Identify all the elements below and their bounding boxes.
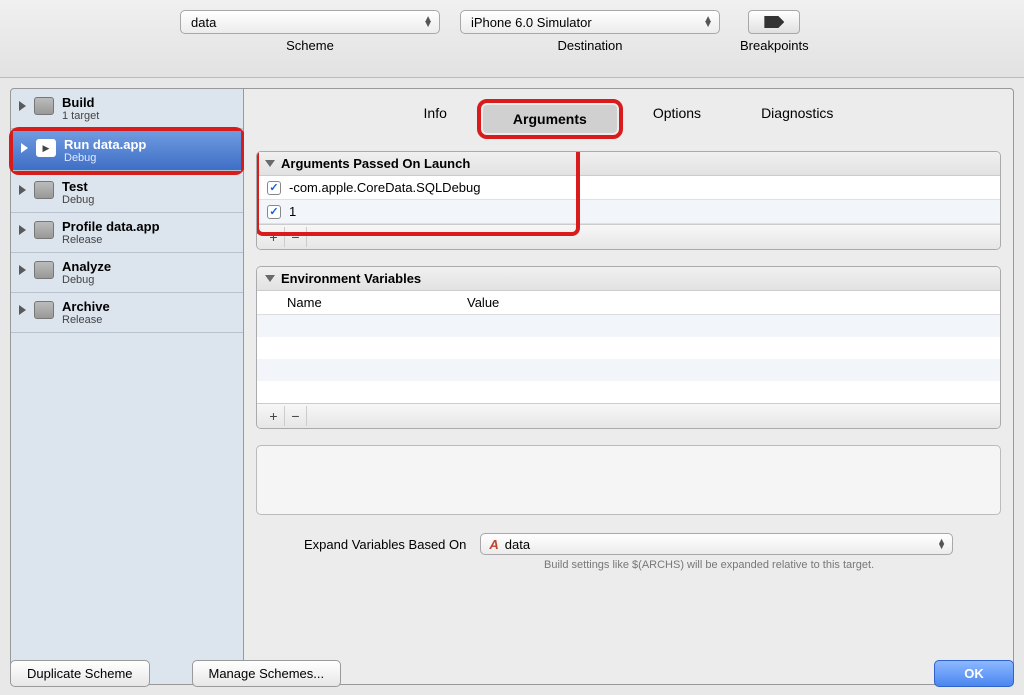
chevron-down-icon (265, 275, 275, 282)
checkbox-icon[interactable]: ✓ (267, 181, 281, 195)
table-row[interactable] (257, 381, 1000, 403)
sidebar-title: Test (62, 179, 94, 194)
updown-icon: ▲▼ (703, 17, 713, 27)
sidebar-item-run[interactable]: ▶ Run data.app Debug (13, 131, 241, 171)
destination-dropdown[interactable]: iPhone 6.0 Simulator ▲▼ (460, 10, 720, 34)
breakpoints-button[interactable] (748, 10, 800, 34)
sidebar-sub: Release (62, 234, 160, 246)
tab-options[interactable]: Options (623, 99, 731, 139)
destination-label: Destination (557, 38, 622, 53)
tabbar: Info Arguments Options Diagnostics (244, 89, 1013, 147)
table-row[interactable] (257, 315, 1000, 337)
sidebar-item-archive[interactable]: Archive Release (11, 293, 243, 333)
disclosure-icon (19, 101, 26, 111)
main-area: Build 1 target ▶ Run data.app Debug Test… (0, 78, 1024, 695)
expand-select[interactable]: A data ▲▼ (480, 533, 953, 555)
updown-icon: ▲▼ (423, 17, 433, 27)
breakpoints-group: Breakpoints (740, 10, 809, 53)
env-col-name: Name (287, 295, 467, 310)
remove-argument-button[interactable]: − (285, 227, 307, 247)
checkbox-icon[interactable]: ✓ (267, 205, 281, 219)
disclosure-icon (19, 225, 26, 235)
env-header[interactable]: Environment Variables (257, 267, 1000, 291)
profile-icon (34, 221, 54, 239)
test-icon (34, 181, 54, 199)
sidebar-title: Build (62, 95, 99, 110)
highlight-arguments-tab: Arguments (477, 99, 623, 139)
env-col-value: Value (467, 295, 499, 310)
manage-schemes-button[interactable]: Manage Schemes... (192, 660, 342, 687)
argument-text: -com.apple.CoreData.SQLDebug (289, 180, 481, 195)
ok-button[interactable]: OK (934, 660, 1014, 687)
updown-icon: ▲▼ (937, 539, 946, 549)
arguments-header[interactable]: Arguments Passed On Launch (257, 152, 1000, 176)
env-section: Environment Variables Name Value + − (256, 266, 1001, 429)
remove-env-button[interactable]: − (285, 406, 307, 426)
env-body (257, 315, 1000, 403)
toolbar: data ▲▼ Scheme iPhone 6.0 Simulator ▲▼ D… (0, 0, 1024, 78)
sidebar-item-analyze[interactable]: Analyze Debug (11, 253, 243, 293)
sidebar-title: Profile data.app (62, 219, 160, 234)
highlight-run: ▶ Run data.app Debug (9, 127, 245, 175)
argument-row[interactable]: ✓ 1 (257, 200, 1000, 224)
add-argument-button[interactable]: + (263, 227, 285, 247)
sidebar-item-test[interactable]: Test Debug (11, 173, 243, 213)
tab-info[interactable]: Info (394, 99, 477, 139)
detail-panel: Info Arguments Options Diagnostics Argum… (244, 88, 1014, 685)
table-row[interactable] (257, 337, 1000, 359)
destination-group: iPhone 6.0 Simulator ▲▼ Destination (460, 10, 720, 53)
arguments-list: ✓ -com.apple.CoreData.SQLDebug ✓ 1 (257, 176, 1000, 224)
spacer-panel (256, 445, 1001, 515)
env-columns: Name Value (257, 291, 1000, 315)
table-row[interactable] (257, 359, 1000, 381)
tab-arguments[interactable]: Arguments (483, 105, 617, 133)
run-icon: ▶ (36, 139, 56, 157)
breakpoint-icon (764, 16, 784, 28)
expand-value: data (505, 537, 530, 552)
sidebar-sub: Release (62, 314, 110, 326)
disclosure-icon (19, 265, 26, 275)
scheme-group: data ▲▼ Scheme (180, 10, 440, 53)
breakpoints-label: Breakpoints (740, 38, 809, 53)
scheme-label: Scheme (286, 38, 334, 53)
env-heading: Environment Variables (281, 271, 421, 286)
add-env-button[interactable]: + (263, 406, 285, 426)
target-icon: A (489, 537, 498, 552)
env-footer: + − (257, 403, 1000, 428)
bottom-bar: Duplicate Scheme Manage Schemes... OK (10, 660, 1014, 687)
disclosure-icon (19, 305, 26, 315)
build-icon (34, 97, 54, 115)
expand-label: Expand Variables Based On (304, 537, 466, 552)
arguments-footer: + − (257, 224, 1000, 249)
sidebar-sub: Debug (62, 274, 111, 286)
scheme-value: data (191, 15, 216, 30)
sidebar-item-profile[interactable]: Profile data.app Release (11, 213, 243, 253)
destination-value: iPhone 6.0 Simulator (471, 15, 592, 30)
scheme-sidebar: Build 1 target ▶ Run data.app Debug Test… (10, 88, 244, 685)
sidebar-title: Run data.app (64, 137, 146, 152)
argument-text: 1 (289, 204, 296, 219)
archive-icon (34, 301, 54, 319)
chevron-down-icon (265, 160, 275, 167)
scheme-dropdown[interactable]: data ▲▼ (180, 10, 440, 34)
disclosure-icon (21, 143, 28, 153)
sidebar-sub: Debug (62, 194, 94, 206)
arguments-heading: Arguments Passed On Launch (281, 156, 470, 171)
arguments-section: Arguments Passed On Launch ✓ -com.apple.… (256, 151, 1001, 250)
disclosure-icon (19, 185, 26, 195)
sidebar-sub: 1 target (62, 110, 99, 122)
sidebar-sub: Debug (64, 152, 146, 164)
sidebar-title: Analyze (62, 259, 111, 274)
sidebar-title: Archive (62, 299, 110, 314)
analyze-icon (34, 261, 54, 279)
tab-diagnostics[interactable]: Diagnostics (731, 99, 863, 139)
argument-row[interactable]: ✓ -com.apple.CoreData.SQLDebug (257, 176, 1000, 200)
expand-hint: Build settings like $(ARCHS) will be exp… (244, 555, 1013, 581)
duplicate-scheme-button[interactable]: Duplicate Scheme (10, 660, 150, 687)
expand-row: Expand Variables Based On A data ▲▼ (244, 519, 1013, 555)
sidebar-item-build[interactable]: Build 1 target (11, 89, 243, 129)
